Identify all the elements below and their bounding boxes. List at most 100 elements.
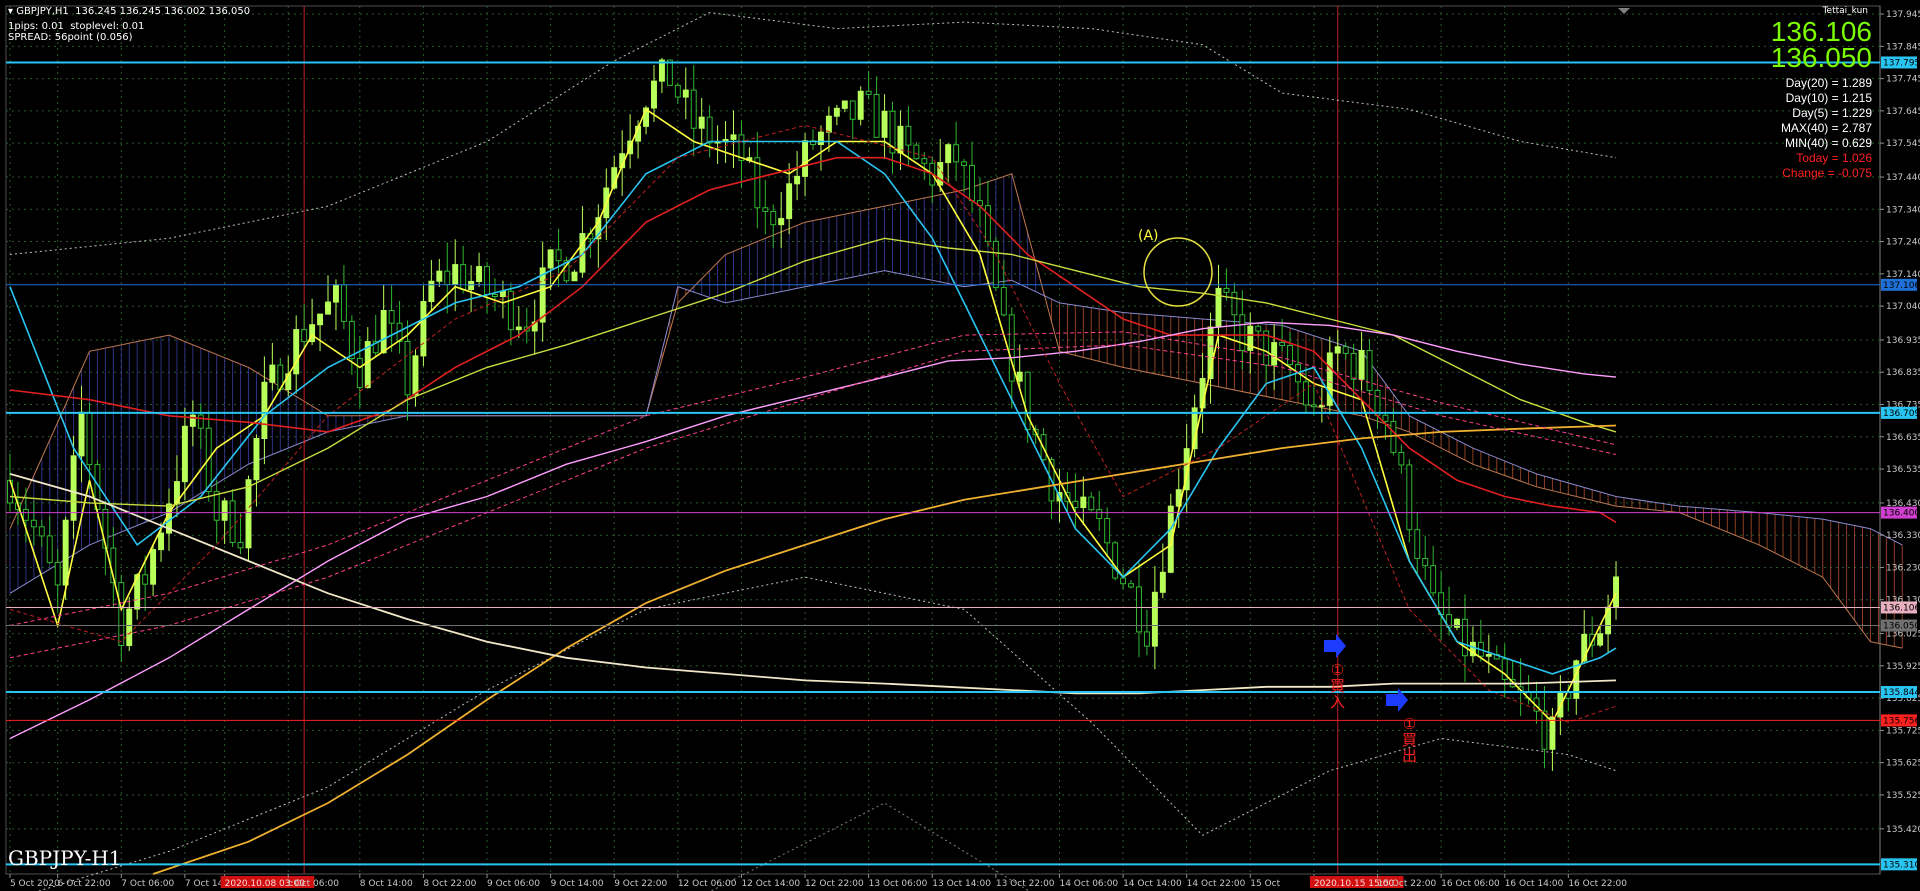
candle-body (1310, 404, 1317, 408)
candle-body (794, 175, 801, 185)
candle-body (86, 411, 93, 466)
candle-body (706, 116, 713, 144)
candle-body (849, 100, 856, 120)
x-tick-label: 8 Oct 14:00 (360, 879, 413, 889)
y-tick-label: 135.420 (1886, 825, 1920, 835)
price-tag-label: 137.795 (1883, 58, 1920, 68)
candle-body (1016, 371, 1023, 382)
shift-marker-icon (1618, 8, 1630, 14)
y-tick-label: 137.645 (1886, 107, 1920, 117)
candle-body (571, 271, 578, 282)
bollinger-band (37, 576, 1617, 891)
candle-body (1072, 500, 1079, 508)
candle-body (1104, 518, 1111, 544)
x-tick-label: 14 Oct 14:00 (1123, 879, 1182, 889)
candle-body (1159, 571, 1166, 593)
price-chart[interactable]: 137.945 137.845 137.745 137.645 137.545 137.4… (0, 0, 1920, 891)
candle-body (897, 125, 904, 154)
candle-body (1366, 349, 1373, 391)
candle-body (1374, 389, 1381, 416)
candle-body (317, 313, 324, 326)
candle-body (984, 205, 991, 242)
candle-body (1342, 346, 1349, 354)
candle-body (1128, 583, 1134, 588)
candle-body (698, 116, 705, 129)
x-tick-label: t Oct 06:00 (288, 879, 339, 889)
candle-body (953, 144, 960, 163)
stat-line: Change = -0.075 (1782, 166, 1872, 180)
y-tick-label: 137.945 (1886, 10, 1920, 20)
candle-body (1112, 542, 1119, 579)
chart-header-spread: SPREAD: 56point (0.056) (8, 32, 133, 43)
y-tick-label: 135.725 (1886, 726, 1920, 736)
x-tick-label: 12 Oct 14:00 (741, 879, 800, 889)
candle-body (1271, 342, 1278, 366)
price-tag-label: 135.310 (1883, 860, 1920, 870)
candle-body (301, 329, 308, 343)
y-tick-label: 137.745 (1886, 75, 1920, 85)
candle-body (1096, 509, 1103, 520)
candle-body (825, 115, 832, 133)
buy-entry-arrow-icon (1324, 634, 1346, 658)
candle-body (126, 608, 133, 646)
x-tick-label: 13 Oct 06:00 (869, 879, 928, 889)
candle-body (547, 249, 554, 269)
x-tick-label: 12 Oct 22:00 (805, 879, 864, 889)
x-tick-label: 6 Oct 22:00 (58, 879, 111, 889)
candle-body (261, 381, 268, 439)
y-tick-label: 136.535 (1886, 465, 1920, 475)
candle-body (817, 131, 824, 146)
candle-body (1231, 291, 1238, 316)
stat-line: Day(5) = 1.229 (1792, 106, 1872, 120)
y-tick-label: 135.625 (1886, 759, 1920, 769)
price-tag-label: 136.709 (1883, 409, 1920, 419)
candle-body (682, 89, 689, 98)
candle-body (340, 284, 347, 322)
candle-body (1302, 381, 1309, 406)
candle-body (1454, 618, 1460, 628)
candle-body (992, 240, 999, 289)
x-tick-label: 15 Oct 22:00 (1378, 879, 1437, 889)
candle-body (253, 437, 260, 481)
candle-body (150, 549, 157, 585)
y-tick-label: 137.440 (1886, 173, 1920, 183)
candle-body (1398, 451, 1405, 466)
candle-body (420, 301, 427, 357)
x-tick-label: 16 Oct 22:00 (1568, 879, 1627, 889)
candle-body (388, 310, 395, 324)
candle-body (142, 574, 149, 585)
y-tick-label: 136.935 (1886, 336, 1920, 346)
candle-body (1358, 349, 1365, 380)
candle-body (245, 479, 252, 549)
price-tag-label: 135.756 (1883, 716, 1920, 726)
candle-body (181, 425, 188, 483)
candle-body (786, 183, 793, 220)
y-tick-label: 137.240 (1886, 238, 1920, 248)
price-tag-label: 136.050 (1883, 622, 1920, 632)
candle-body (30, 519, 37, 528)
candle-body (221, 500, 228, 521)
candle-body (1080, 496, 1087, 508)
candle-body (54, 561, 61, 586)
candle-body (78, 411, 85, 457)
candle-body (1597, 633, 1604, 646)
candle-body (38, 526, 45, 537)
candle-body (444, 270, 451, 285)
candle-body (770, 210, 777, 226)
candle-body (348, 320, 355, 359)
x-tick-label: 13 Oct 14:00 (932, 879, 991, 889)
candle-body (356, 357, 363, 389)
candle-body (881, 110, 888, 138)
stat-line: MIN(40) = 0.629 (1784, 136, 1872, 150)
y-tick-label: 137.545 (1886, 139, 1920, 149)
candle-body (213, 491, 220, 521)
candle-body (1279, 342, 1286, 347)
candle-body (436, 270, 443, 282)
candle-body (22, 509, 29, 521)
candle-body (833, 107, 840, 117)
x-tick-label: 9 Oct 14:00 (551, 879, 604, 889)
candle-body (1239, 314, 1246, 351)
stat-line: Today = 1.026 (1796, 151, 1872, 165)
candle-body (1430, 565, 1437, 594)
candle-body (460, 264, 467, 291)
